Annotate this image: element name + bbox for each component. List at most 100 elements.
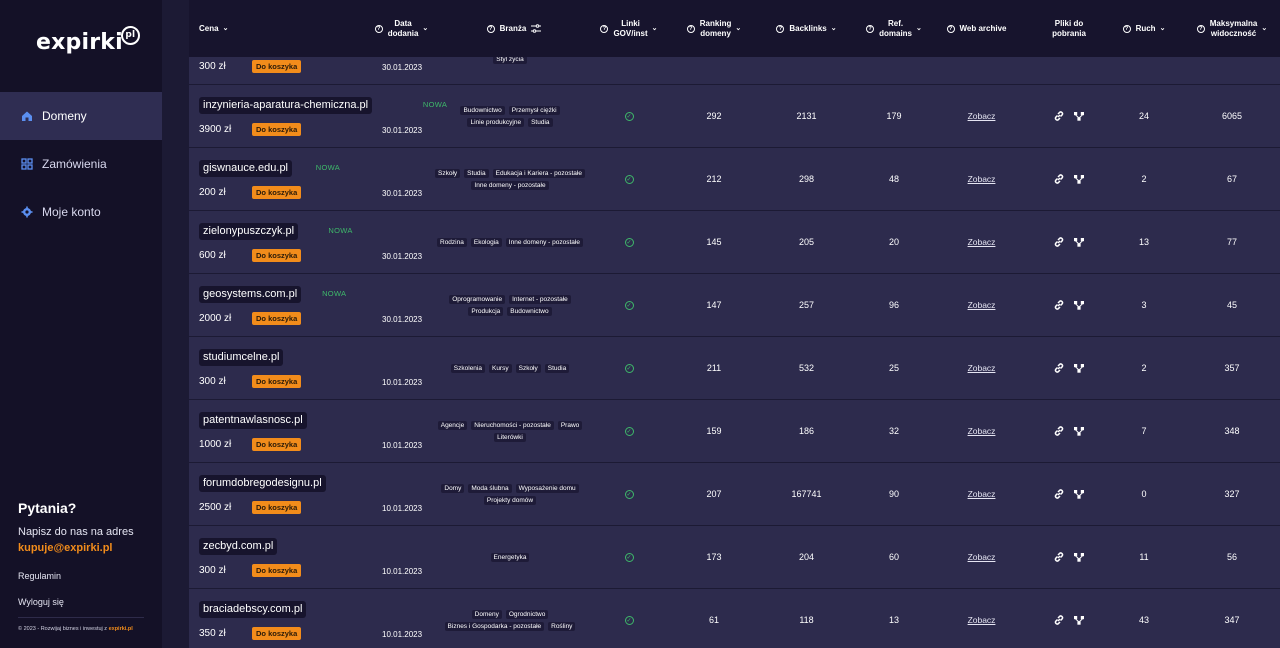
copyright-brand[interactable]: expirki.pl [109, 626, 133, 632]
web-archive-link[interactable]: Zobacz [968, 489, 996, 499]
check-icon: ✓ [624, 174, 634, 184]
col-rank-header[interactable]: ? Ranking domeny ⌄ [674, 0, 754, 57]
web-archive-link[interactable]: Zobacz [968, 363, 996, 373]
web-archive-link[interactable]: Zobacz [968, 174, 996, 184]
industry-tag: Domy [441, 483, 465, 493]
ref-domains-cell: 48 [888, 174, 899, 184]
industry-tag: Biznes i Gospodarka - pozostałe [444, 621, 545, 631]
add-to-cart-button[interactable]: Do koszyka [252, 375, 302, 388]
web-archive-link[interactable]: Zobacz [968, 237, 996, 247]
col-links-header[interactable]: ? Linki GOV/inst ⌄ [589, 0, 669, 57]
industry-tag: Szkolenia [450, 363, 485, 373]
header-label: Web archive [959, 23, 1007, 33]
col-price-header[interactable]: Cena ⌄ [199, 0, 259, 57]
web-archive-link[interactable]: Zobacz [968, 552, 996, 562]
add-to-cart-button[interactable]: Do koszyka [252, 249, 302, 262]
col-ref-header[interactable]: ? Ref. domains ⌄ [854, 0, 934, 57]
gov-links-cell: ✓ [589, 85, 669, 147]
sitemap-icon[interactable] [1073, 362, 1085, 374]
filter-icon[interactable] [531, 24, 542, 33]
link-icon[interactable] [1053, 236, 1065, 248]
sitemap-icon[interactable] [1073, 110, 1085, 122]
gov-links-cell: ✓ [589, 589, 669, 648]
industry-tags: Domeny Ogrodnictwo Biznes i Gospodarka - p… [431, 589, 589, 648]
regulamin-link[interactable]: Regulamin [18, 571, 61, 581]
sitemap-icon[interactable] [1073, 614, 1085, 626]
industry-tags: Rodzina Ekologia Inne domeny - pozostałe [431, 211, 589, 273]
logo[interactable]: expirki pl [36, 26, 140, 55]
chevron-down-icon: ⌄ [1159, 24, 1166, 32]
col-date-header[interactable]: ? Data dodania ⌄ [364, 0, 439, 57]
sitemap-icon[interactable] [1073, 173, 1085, 185]
price: 1000 zł [199, 439, 232, 450]
table-row: braciadebscy.com.pl 350 zł Do koszyka 10.01… [189, 589, 1280, 648]
gov-links-cell: ✓ [589, 400, 669, 462]
help-icon: ? [946, 24, 955, 33]
sitemap-icon[interactable] [1073, 488, 1085, 500]
add-to-cart-button[interactable]: Do koszyka [252, 438, 302, 451]
industry-tag: Produkcja [468, 306, 504, 316]
help-icon: ? [1196, 24, 1205, 33]
col-traffic-header[interactable]: ? Ruch ⌄ [1109, 0, 1179, 57]
col-industry-header[interactable]: ? Branża [469, 0, 559, 57]
header-label: Pliki do pobrania [1052, 18, 1086, 38]
downloads-cell [1034, 85, 1104, 147]
domain-name[interactable]: zecbyd.com.pl [199, 538, 278, 555]
sitemap-icon[interactable] [1073, 299, 1085, 311]
chevron-down-icon: ⌄ [222, 24, 229, 32]
help-icon: ? [374, 24, 383, 33]
nav-item-zamowienia[interactable]: Zamówienia [0, 140, 162, 188]
web-archive-link[interactable]: Zobacz [968, 426, 996, 436]
web-archive-link[interactable]: Zobacz [968, 111, 996, 121]
nav-item-moje-konto[interactable]: Moje konto [0, 188, 162, 236]
link-icon[interactable] [1053, 299, 1065, 311]
table-row: patentnawlasnosc.pl 1000 zł Do koszyka 10.0… [189, 400, 1280, 462]
industry-tag: Kursy [488, 363, 512, 373]
link-icon[interactable] [1053, 110, 1065, 122]
visibility-cell: 77 [1226, 237, 1237, 247]
sitemap-icon[interactable] [1073, 551, 1085, 563]
header-label: Branża [499, 23, 527, 33]
new-badge: NOWA [322, 289, 347, 298]
add-to-cart-button[interactable]: Do koszyka [252, 123, 302, 136]
domain-name[interactable]: giswnauce.edu.pl [199, 160, 293, 177]
link-icon[interactable] [1053, 488, 1065, 500]
domain-name[interactable]: geosystems.com.pl [199, 286, 302, 303]
add-to-cart-button[interactable]: Do koszyka [252, 60, 302, 73]
date-added: 10.01.2023 [382, 567, 423, 576]
domain-name[interactable]: patentnawlasnosc.pl [199, 412, 307, 429]
link-icon[interactable] [1053, 425, 1065, 437]
industry-tags: Energetyka [431, 526, 589, 588]
web-archive-link[interactable]: Zobacz [968, 300, 996, 310]
traffic-cell: 43 [1138, 615, 1149, 625]
add-to-cart-button[interactable]: Do koszyka [252, 186, 302, 199]
date-added: 30.01.2023 [382, 252, 423, 261]
link-icon[interactable] [1053, 362, 1065, 374]
col-visibility-header[interactable]: ? Maksymalna widoczność ⌄ [1184, 0, 1280, 57]
backlinks-cell: 298 [798, 174, 815, 184]
col-backlinks-header[interactable]: ? Backlinks ⌄ [764, 0, 849, 57]
link-icon[interactable] [1053, 173, 1065, 185]
link-icon[interactable] [1053, 551, 1065, 563]
logout-link[interactable]: Wyloguj się [18, 597, 64, 607]
industry-tag: Projekty domów [483, 495, 537, 505]
nav-label: Domeny [42, 109, 87, 123]
add-to-cart-button[interactable]: Do koszyka [252, 501, 302, 514]
domain-name[interactable]: inzynieria-aparatura-chemiczna.pl [199, 97, 373, 114]
add-to-cart-button[interactable]: Do koszyka [252, 564, 302, 577]
help-email-link[interactable]: kupuje@expirki.pl [18, 542, 148, 554]
domain-name[interactable]: forumdobregodesignu.pl [199, 475, 326, 492]
web-archive-link[interactable]: Zobacz [968, 615, 996, 625]
link-icon[interactable] [1053, 614, 1065, 626]
domain-name[interactable]: studiumcelne.pl [199, 349, 284, 366]
ref-domains-cell: 60 [888, 552, 899, 562]
add-to-cart-button[interactable]: Do koszyka [252, 312, 302, 325]
sitemap-icon[interactable] [1073, 236, 1085, 248]
help-icon: ? [686, 24, 695, 33]
add-to-cart-button[interactable]: Do koszyka [252, 627, 302, 640]
domain-name[interactable]: zielonypuszczyk.pl [199, 223, 299, 240]
sitemap-icon[interactable] [1073, 425, 1085, 437]
domain-name[interactable]: braciadebscy.com.pl [199, 601, 307, 618]
nav-item-domeny[interactable]: Domeny [0, 92, 162, 140]
backlinks-cell: 257 [798, 300, 815, 310]
